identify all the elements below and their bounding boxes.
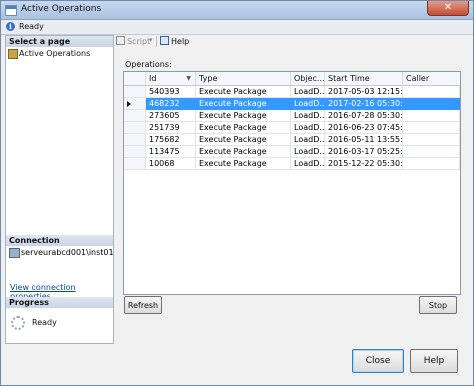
cell-object: LoadD...: [291, 110, 325, 122]
cell-start-time: 2017-02-16 05:30:01: [325, 98, 403, 110]
cell-type: Execute Package: [196, 134, 291, 146]
row-header[interactable]: [124, 158, 146, 170]
help-icon: [160, 36, 169, 45]
server-name: serveurabcd001\inst01: [21, 248, 114, 257]
close-button[interactable]: Close: [352, 349, 404, 373]
table-row[interactable]: 540393 Execute Package LoadD... 2017-05-03 …: [124, 86, 460, 98]
cell-object: LoadD...: [291, 158, 325, 170]
script-label: Script: [127, 37, 151, 46]
cell-type: Execute Package: [196, 146, 291, 158]
column-header-caller[interactable]: Caller: [403, 72, 460, 85]
toolbar-help-button[interactable]: Help: [160, 36, 189, 46]
grid-header: Id ▼ Type Objec... Start Time Caller: [124, 72, 460, 86]
table-row[interactable]: 251739 Execute Package LoadD... 2016-06-23 …: [124, 122, 460, 134]
operations-grid[interactable]: Id ▼ Type Objec... Start Time Caller 540…: [123, 71, 461, 295]
info-icon: i: [6, 22, 15, 31]
help-button[interactable]: Help: [410, 349, 458, 373]
sort-descending-icon: ▼: [186, 75, 191, 82]
row-header[interactable]: [124, 122, 146, 134]
row-header[interactable]: [124, 86, 146, 98]
table-row[interactable]: 175682 Execute Package LoadD... 2016-05-11 …: [124, 134, 460, 146]
cell-caller: [403, 86, 460, 98]
toolbar-help-label: Help: [171, 37, 190, 46]
cell-id: 273605: [146, 110, 196, 122]
row-header-corner: [124, 72, 146, 85]
column-header-label: Id: [149, 74, 157, 83]
cell-type: Execute Package: [196, 98, 291, 110]
column-header-id[interactable]: Id ▼: [146, 72, 196, 85]
operations-label: Operations:: [125, 60, 172, 69]
cell-caller: [403, 134, 460, 146]
cell-start-time: 2016-07-28 05:30:01: [325, 110, 403, 122]
progress-spinner-icon: [11, 316, 25, 330]
table-row[interactable]: 468232 Execute Package LoadD... 2017-02-16 …: [124, 98, 460, 110]
cell-start-time: 2017-05-03 12:15:02: [325, 86, 403, 98]
column-header-type[interactable]: Type: [196, 72, 291, 85]
connection-item: serveurabcd001\inst01: [6, 247, 114, 258]
window-title: Active Operations: [21, 4, 102, 14]
status-bar: i Ready: [1, 20, 473, 35]
script-icon: [116, 36, 125, 45]
cell-object: LoadD...: [291, 98, 325, 110]
toolbar-separator: [156, 36, 157, 47]
row-header[interactable]: [124, 134, 146, 146]
table-row[interactable]: 113475 Execute Package LoadD... 2016-03-17 …: [124, 146, 460, 158]
progress-status: Ready: [32, 318, 57, 327]
cell-id: 175682: [146, 134, 196, 146]
cell-start-time: 2016-06-23 07:45:10: [325, 122, 403, 134]
cell-caller: [403, 110, 460, 122]
current-row-icon: [127, 101, 131, 107]
page-item-label: Active Operations: [19, 49, 91, 58]
script-dropdown-arrow-icon[interactable]: ▾: [149, 36, 153, 44]
cell-start-time: 2016-05-11 13:55:15: [325, 134, 403, 146]
cell-object: LoadD...: [291, 122, 325, 134]
active-operations-dialog: Active Operations ✕ i Ready Select a pag…: [0, 0, 474, 386]
cell-object: LoadD...: [291, 146, 325, 158]
stop-button[interactable]: Stop: [419, 296, 457, 314]
column-header-object[interactable]: Objec...: [291, 72, 325, 85]
cell-id: 251739: [146, 122, 196, 134]
toolbar: Script ▾ Help: [116, 35, 472, 49]
cell-caller: [403, 98, 460, 110]
cell-caller: [403, 158, 460, 170]
script-button[interactable]: Script: [116, 36, 150, 46]
left-pane: Select a page Active Operations Connecti…: [5, 35, 114, 344]
cell-type: Execute Package: [196, 110, 291, 122]
progress-header: Progress: [6, 297, 113, 308]
cell-object: LoadD...: [291, 134, 325, 146]
connection-header: Connection: [6, 235, 113, 246]
refresh-button[interactable]: Refresh: [124, 296, 162, 314]
select-page-header: Select a page: [6, 36, 113, 47]
cell-id: 10068: [146, 158, 196, 170]
status-text: Ready: [19, 22, 44, 31]
row-header[interactable]: [124, 146, 146, 158]
table-row[interactable]: 10068 Execute Package LoadD... 2015-12-22 0…: [124, 158, 460, 170]
cell-caller: [403, 122, 460, 134]
page-icon: [8, 49, 18, 59]
cell-start-time: 2016-03-17 05:25:15: [325, 146, 403, 158]
cell-object: LoadD...: [291, 86, 325, 98]
cell-id: 540393: [146, 86, 196, 98]
close-window-button[interactable]: ✕: [427, 1, 469, 16]
row-header[interactable]: [124, 110, 146, 122]
column-header-start-time[interactable]: Start Time: [325, 72, 403, 85]
cell-caller: [403, 146, 460, 158]
cell-type: Execute Package: [196, 158, 291, 170]
cell-id: 113475: [146, 146, 196, 158]
row-header[interactable]: [124, 98, 146, 110]
server-icon: [9, 248, 20, 258]
cell-type: Execute Package: [196, 86, 291, 98]
cell-start-time: 2015-12-22 05:30:15: [325, 158, 403, 170]
title-bar: Active Operations ✕: [1, 1, 473, 20]
table-row[interactable]: 273605 Execute Package LoadD... 2016-07-28 …: [124, 110, 460, 122]
cell-id: 468232: [146, 98, 196, 110]
cell-type: Execute Package: [196, 122, 291, 134]
page-item-active-operations[interactable]: Active Operations: [8, 48, 111, 59]
window-icon: [5, 5, 17, 16]
progress-area: Ready: [6, 308, 113, 342]
